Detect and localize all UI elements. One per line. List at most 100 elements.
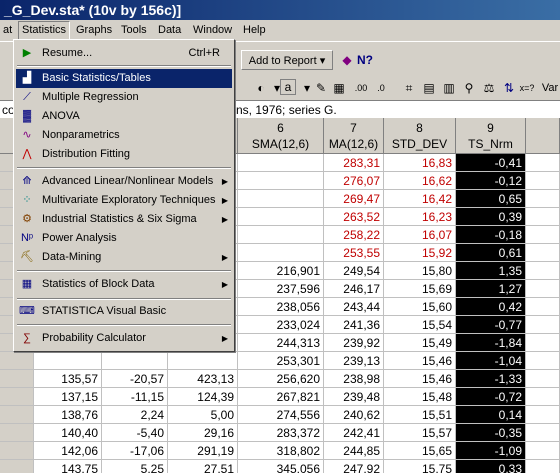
table-cell[interactable]: 16,42 xyxy=(384,190,456,208)
table-cell[interactable]: 242,41 xyxy=(324,424,384,442)
table-cell[interactable]: 0,65 xyxy=(456,190,526,208)
table-cell[interactable]: 143,75 xyxy=(34,460,102,473)
table-cell[interactable]: 137,15 xyxy=(34,388,102,406)
table-cell[interactable]: 0,14 xyxy=(456,406,526,424)
table-cell[interactable]: 0,61 xyxy=(456,244,526,262)
table-cell[interactable]: 244,313 xyxy=(238,334,324,352)
table-cell-empty[interactable] xyxy=(526,442,560,460)
table-cell[interactable] xyxy=(238,226,324,244)
table-cell-empty[interactable] xyxy=(526,298,560,316)
table-cell[interactable]: 135,57 xyxy=(34,370,102,388)
table-cell[interactable]: 247,92 xyxy=(324,460,384,473)
table-cell[interactable]: 239,92 xyxy=(324,334,384,352)
table-cell-empty[interactable] xyxy=(526,154,560,172)
table-cell[interactable] xyxy=(238,190,324,208)
table-cell[interactable] xyxy=(238,244,324,262)
column-header-ma[interactable]: 7 MA(12,6) xyxy=(324,118,384,154)
row-header[interactable] xyxy=(0,424,34,442)
table-cell[interactable] xyxy=(102,352,168,370)
menu-data[interactable]: Data xyxy=(155,22,184,39)
table-cell[interactable]: 256,620 xyxy=(238,370,324,388)
table-cell[interactable]: -1,33 xyxy=(456,370,526,388)
menu-item-probability-calculator[interactable]: ∑ Probability Calculator ▶ xyxy=(16,329,232,348)
decrease-decimal-icon[interactable]: .0 xyxy=(372,79,390,97)
table-cell-empty[interactable] xyxy=(526,244,560,262)
table-cell-empty[interactable] xyxy=(526,352,560,370)
table-cell[interactable]: 15,60 xyxy=(384,298,456,316)
table-cell[interactable]: 238,056 xyxy=(238,298,324,316)
menu-statistics[interactable]: Statistics xyxy=(18,21,71,40)
table-cell[interactable]: 283,31 xyxy=(324,154,384,172)
table-cell[interactable]: 16,62 xyxy=(384,172,456,190)
table-cell[interactable]: 140,40 xyxy=(34,424,102,442)
table-cell-empty[interactable] xyxy=(526,172,560,190)
table-cell[interactable] xyxy=(238,172,324,190)
table-cell-empty[interactable] xyxy=(526,190,560,208)
table-cell-empty[interactable] xyxy=(526,262,560,280)
weight-icon[interactable]: ⚖ xyxy=(480,79,498,97)
table-cell[interactable]: 216,901 xyxy=(238,262,324,280)
table-cell[interactable]: -5,40 xyxy=(102,424,168,442)
menu-item-data-mining[interactable]: ⛏ Data-Mining ▶ xyxy=(16,248,232,267)
table-cell[interactable]: 1,27 xyxy=(456,280,526,298)
table-cell[interactable]: 240,62 xyxy=(324,406,384,424)
table-cell[interactable]: 253,55 xyxy=(324,244,384,262)
table-cell[interactable]: 263,52 xyxy=(324,208,384,226)
table-cell-empty[interactable] xyxy=(526,316,560,334)
table-cell[interactable]: 15,54 xyxy=(384,316,456,334)
columns-icon[interactable]: ⌗ xyxy=(400,79,418,97)
add-to-report-button[interactable]: Add to Report ▾ xyxy=(241,50,333,70)
table-cell[interactable]: 0,39 xyxy=(456,208,526,226)
table-cell[interactable]: 283,372 xyxy=(238,424,324,442)
table-cell[interactable]: 15,75 xyxy=(384,460,456,473)
table-cell[interactable]: -0,72 xyxy=(456,388,526,406)
table-cell[interactable]: 243,44 xyxy=(324,298,384,316)
table-cell[interactable]: 138,76 xyxy=(34,406,102,424)
increase-decimal-icon[interactable]: .00 xyxy=(352,79,370,97)
table-cell[interactable] xyxy=(238,208,324,226)
table-cell[interactable]: 238,98 xyxy=(324,370,384,388)
menu-tools[interactable]: Tools xyxy=(118,22,150,39)
menu-item-basic-statistics-tables[interactable]: ▟ Basic Statistics/Tables xyxy=(16,69,232,88)
table-cell[interactable]: 15,57 xyxy=(384,424,456,442)
table-cell-empty[interactable] xyxy=(526,370,560,388)
filter-icon[interactable]: ⚲ xyxy=(460,79,478,97)
table-cell[interactable]: 15,92 xyxy=(384,244,456,262)
table-cell[interactable]: 15,46 xyxy=(384,352,456,370)
table-cell-empty[interactable] xyxy=(526,208,560,226)
menu-item-advanced-linear-nonlinear-models[interactable]: ⟰ Advanced Linear/Nonlinear Models ▶ xyxy=(16,172,232,191)
table-cell[interactable]: 244,85 xyxy=(324,442,384,460)
sort-icon[interactable]: ⇅ xyxy=(500,79,518,97)
column-header-10[interactable] xyxy=(526,118,560,154)
table-cell[interactable]: 15,65 xyxy=(384,442,456,460)
table-row[interactable]: 135,57 -20,57 423,13 256,620 238,98 15,46 -1,3… xyxy=(0,370,560,388)
table-cell[interactable]: -11,15 xyxy=(102,388,168,406)
table-cell-empty[interactable] xyxy=(526,334,560,352)
table-cell[interactable]: 246,17 xyxy=(324,280,384,298)
table-row[interactable]: 143,75 5,25 27,51 345,056 247,92 15,75 0,33 xyxy=(0,460,560,473)
grid-icon[interactable]: ▦ xyxy=(330,79,348,97)
table-cell[interactable] xyxy=(34,352,102,370)
row-header[interactable] xyxy=(0,388,34,406)
table-cell[interactable]: -0,35 xyxy=(456,424,526,442)
table-cell[interactable]: 345,056 xyxy=(238,460,324,473)
table-cell[interactable]: -1,09 xyxy=(456,442,526,460)
menu-item-statistica-visual-basic[interactable]: ⌨ STATISTICA Visual Basic xyxy=(16,302,232,321)
table-row[interactable]: 253,301 239,13 15,46 -1,04 xyxy=(0,352,560,370)
menu-item-multiple-regression[interactable]: ⟋ Multiple Regression xyxy=(16,88,232,107)
row-header[interactable] xyxy=(0,406,34,424)
table-row[interactable]: 140,40 -5,40 29,16 283,372 242,41 15,57 -0,35 xyxy=(0,424,560,442)
xeq-icon[interactable]: x=? xyxy=(518,79,536,97)
table-cell-empty[interactable] xyxy=(526,406,560,424)
cases-icon[interactable]: ▤ xyxy=(420,79,438,97)
table-cell[interactable]: -1,04 xyxy=(456,352,526,370)
table-cell[interactable]: 16,23 xyxy=(384,208,456,226)
table-cell[interactable]: 233,024 xyxy=(238,316,324,334)
report-book-icon[interactable]: ◆ xyxy=(338,51,356,69)
window-title-bar[interactable]: _G_Dev.sta* (10v by 156c)] xyxy=(0,0,560,20)
table-cell[interactable]: 142,06 xyxy=(34,442,102,460)
menu-item-power-analysis[interactable]: Nᵖ Power Analysis xyxy=(16,229,232,248)
table-cell[interactable]: 276,07 xyxy=(324,172,384,190)
menu-item-resume[interactable]: ▶ Resume... Ctrl+R xyxy=(16,44,232,63)
menu-item-industrial-statistics-six-sigma[interactable]: ⚙ Industrial Statistics & Six Sigma ▶ xyxy=(16,210,232,229)
